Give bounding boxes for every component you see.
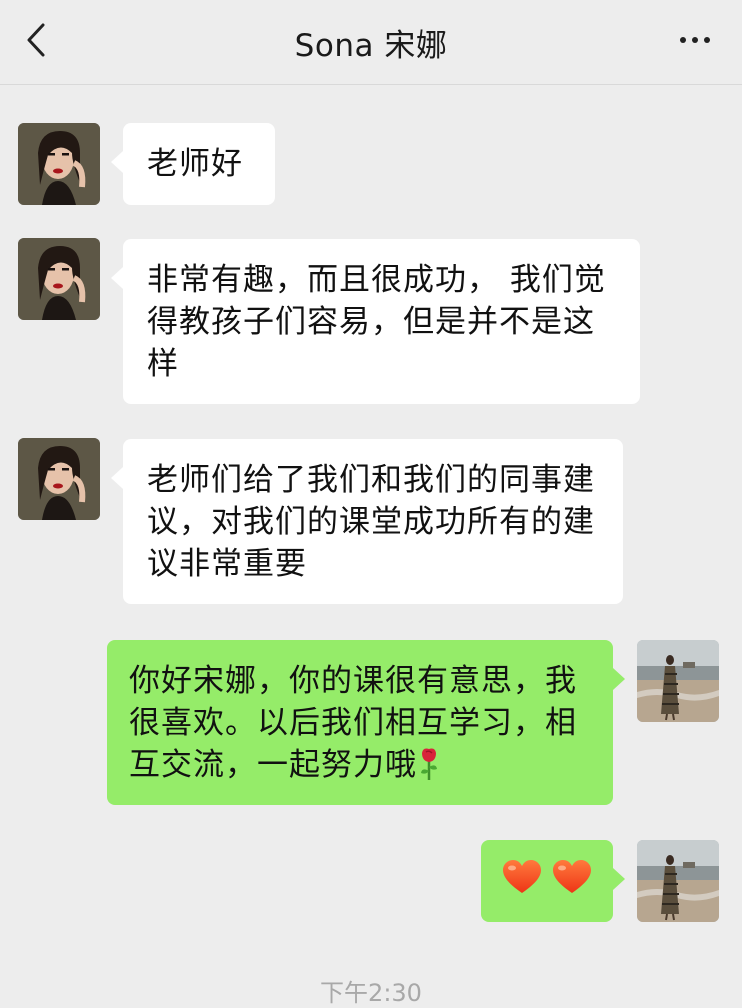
message-bubble-outgoing[interactable]: 你好宋娜，你的课很有意思，我很喜欢。以后我们相互学习，相互交流，一起努力哦 [107, 640, 625, 805]
chat-title: Sona 宋娜 [294, 28, 448, 64]
my-avatar-image [637, 640, 719, 722]
my-avatar[interactable] [637, 640, 719, 722]
message-bubble-incoming[interactable]: 老师好 [111, 123, 275, 205]
heart-emoji-icon [553, 860, 592, 905]
message-bubble-incoming[interactable]: 非常有趣，而且很成功， 我们觉得教孩子们容易，但是并不是这样 [111, 239, 640, 404]
chat-header: Sona 宋娜 [0, 0, 742, 85]
message-timestamp: 下午2:30 [320, 979, 422, 1007]
contact-avatar[interactable] [18, 123, 100, 205]
message-text: 老师们给了我们和我们的同事建议，对我们的课堂成功所有的建议非常重要 [147, 462, 595, 582]
message-bubble-outgoing[interactable]: ❤️❤️ [481, 840, 625, 922]
contact-avatar[interactable] [18, 238, 100, 320]
my-avatar-image [637, 840, 719, 922]
rose-emoji-icon [417, 747, 441, 792]
message-bubble-incoming[interactable]: 老师们给了我们和我们的同事建议，对我们的课堂成功所有的建议非常重要 [111, 439, 623, 604]
more-options-button[interactable] [670, 22, 720, 58]
my-avatar[interactable] [637, 840, 719, 922]
heart-emoji-icon [502, 860, 541, 905]
contact-avatar-image [18, 238, 100, 320]
message-text: 你好宋娜，你的课很有意思，我很喜欢。以后我们相互学习，相互交流，一起努力哦 [129, 663, 577, 783]
contact-avatar-image [18, 123, 100, 205]
contact-avatar[interactable] [18, 438, 100, 520]
message-text: 老师好 [147, 146, 243, 182]
message-text: 非常有趣，而且很成功， 我们觉得教孩子们容易，但是并不是这样 [147, 262, 606, 382]
more-dot [704, 37, 710, 43]
more-dot [680, 37, 686, 43]
chat-area[interactable]: 老师好 非常有趣，而且很成功， 我们觉得教孩子们容易，但是并不是这样 老师们给了… [0, 85, 742, 1007]
more-dot [692, 37, 698, 43]
contact-avatar-image [18, 438, 100, 520]
